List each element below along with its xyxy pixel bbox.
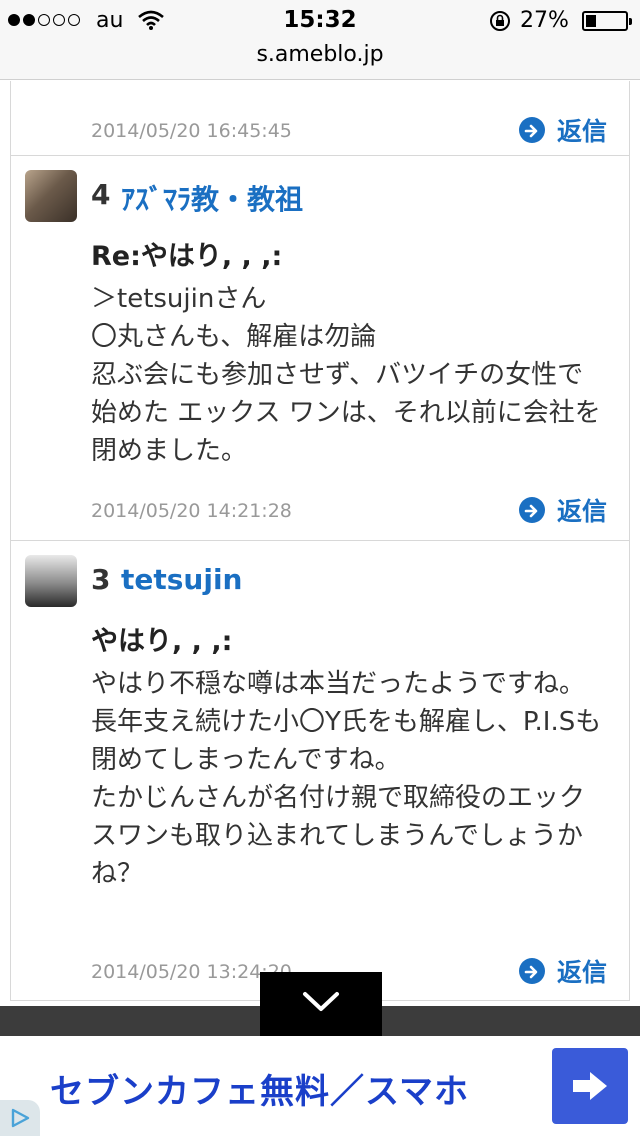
reply-arrow-icon xyxy=(518,958,545,984)
comments-list[interactable]: 2014/05/20 16:45:45 返信 4 ｱｽﾞﾏﾗ教・教祖 Re:やは… xyxy=(0,81,640,1006)
comment-footer-partial: 2014/05/20 16:45:45 返信 xyxy=(10,81,630,156)
comment-body: やはり不穏な噂は本当だったようですね。 長年支え続けた小〇Y氏をも解雇し、P.I… xyxy=(91,665,603,893)
comment-item: 3 tetsujin やはり, , ,: やはり不穏な噂は本当だったようですね。… xyxy=(10,541,630,1001)
rotation-lock-icon xyxy=(488,9,512,37)
url-bar[interactable]: s.ameblo.jp xyxy=(0,40,640,80)
avatar[interactable] xyxy=(25,170,77,222)
battery-percent: 27% xyxy=(520,8,569,33)
battery-icon xyxy=(582,11,632,31)
reply-button[interactable]: 返信 xyxy=(518,492,607,528)
play-triangle-icon[interactable] xyxy=(0,1100,40,1136)
avatar[interactable] xyxy=(25,555,77,607)
chevron-down-icon xyxy=(301,991,341,1017)
reply-arrow-icon xyxy=(518,117,545,143)
comment-body-line: やはり不穏な噂は本当だったようですね。 xyxy=(91,669,586,699)
comment-body-line: たかじんさんが名付け親で取締役のエックスワンも取り込まれてしまうんでしょうかね？ xyxy=(91,783,586,889)
comment-timestamp: 2014/05/20 16:45:45 xyxy=(91,120,292,142)
comment-body-line: 忍ぶ会にも参加させず、バツイチの女性で始めた エックス ワンは、それ以前に会社を… xyxy=(91,360,601,466)
comment-title: やはり, , ,: xyxy=(91,626,233,657)
comment-item: 4 ｱｽﾞﾏﾗ教・教祖 Re:やはり, , ,: ＞tetsujinさん 〇丸さ… xyxy=(10,156,630,541)
collapse-ad-button[interactable] xyxy=(260,972,382,1036)
comment-author-link[interactable]: tetsujin xyxy=(121,563,243,596)
comment-body-line: ＞tetsujinさん xyxy=(91,284,267,314)
comment-number: 4 xyxy=(91,178,111,211)
status-bar: au 15:32 27% xyxy=(0,0,640,40)
ad-banner[interactable]: セブンカフェ無料／スマホ xyxy=(0,1036,640,1136)
comment-body: ＞tetsujinさん 〇丸さんも、解雇は勿論 忍ぶ会にも参加させず、バツイチの… xyxy=(91,280,603,470)
comment-body-line: 〇丸さんも、解雇は勿論 xyxy=(91,322,377,352)
reply-button[interactable]: 返信 xyxy=(518,953,607,989)
ad-text[interactable]: セブンカフェ無料／スマホ xyxy=(50,1064,469,1113)
reply-button[interactable]: 返信 xyxy=(518,112,607,148)
comment-number: 3 xyxy=(91,563,111,596)
comment-body-line: 長年支え続けた小〇Y氏をも解雇し、P.I.Sも閉めてしまったんですね。 xyxy=(91,707,602,775)
comment-title: Re:やはり, , ,: xyxy=(91,241,283,272)
reply-label: 返信 xyxy=(556,497,607,526)
right-arrow-icon[interactable] xyxy=(552,1048,628,1124)
reply-label: 返信 xyxy=(556,958,607,987)
comment-timestamp: 2014/05/20 14:21:28 xyxy=(91,500,292,522)
comment-author-link[interactable]: ｱｽﾞﾏﾗ教・教祖 xyxy=(121,178,303,218)
reply-arrow-icon xyxy=(518,497,545,523)
reply-label: 返信 xyxy=(556,117,607,146)
url-text: s.ameblo.jp xyxy=(256,42,384,67)
